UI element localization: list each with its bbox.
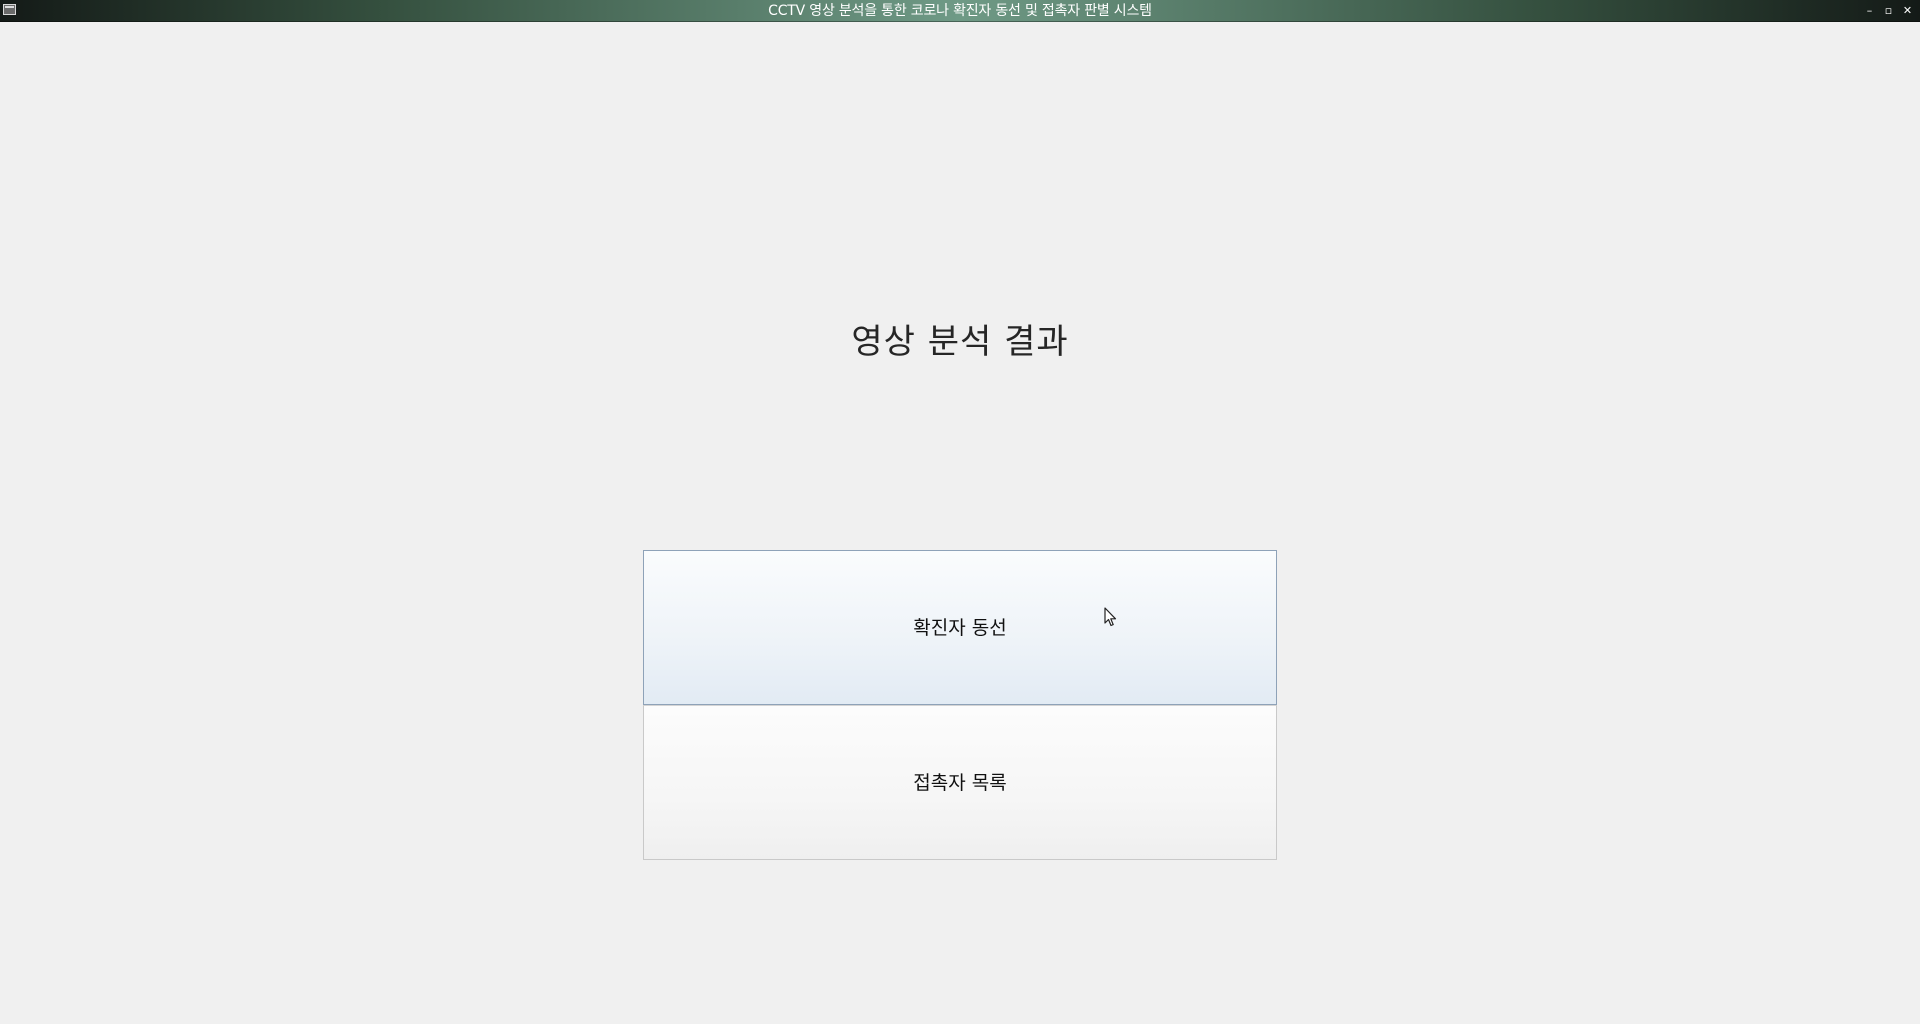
- window-title: CCTV 영상 분석을 통한 코로나 확진자 동선 및 접촉자 판별 시스템: [768, 3, 1152, 19]
- patient-route-button[interactable]: 확진자 동선: [643, 550, 1277, 705]
- close-button[interactable]: ✕: [1901, 4, 1914, 18]
- title-bar[interactable]: CCTV 영상 분석을 통한 코로나 확진자 동선 및 접촉자 판별 시스템 –…: [0, 0, 1920, 22]
- window-controls: – ▫ ✕: [1863, 2, 1914, 20]
- contact-list-button-label: 접촉자 목록: [913, 772, 1007, 794]
- maximize-button[interactable]: ▫: [1882, 4, 1895, 18]
- minimize-button[interactable]: –: [1863, 4, 1876, 18]
- page-title: 영상 분석 결과: [851, 322, 1069, 362]
- patient-route-button-label: 확진자 동선: [913, 617, 1007, 639]
- app-window: CCTV 영상 분석을 통한 코로나 확진자 동선 및 접촉자 판별 시스템 –…: [0, 0, 1920, 1024]
- contact-list-button[interactable]: 접촉자 목록: [643, 705, 1277, 860]
